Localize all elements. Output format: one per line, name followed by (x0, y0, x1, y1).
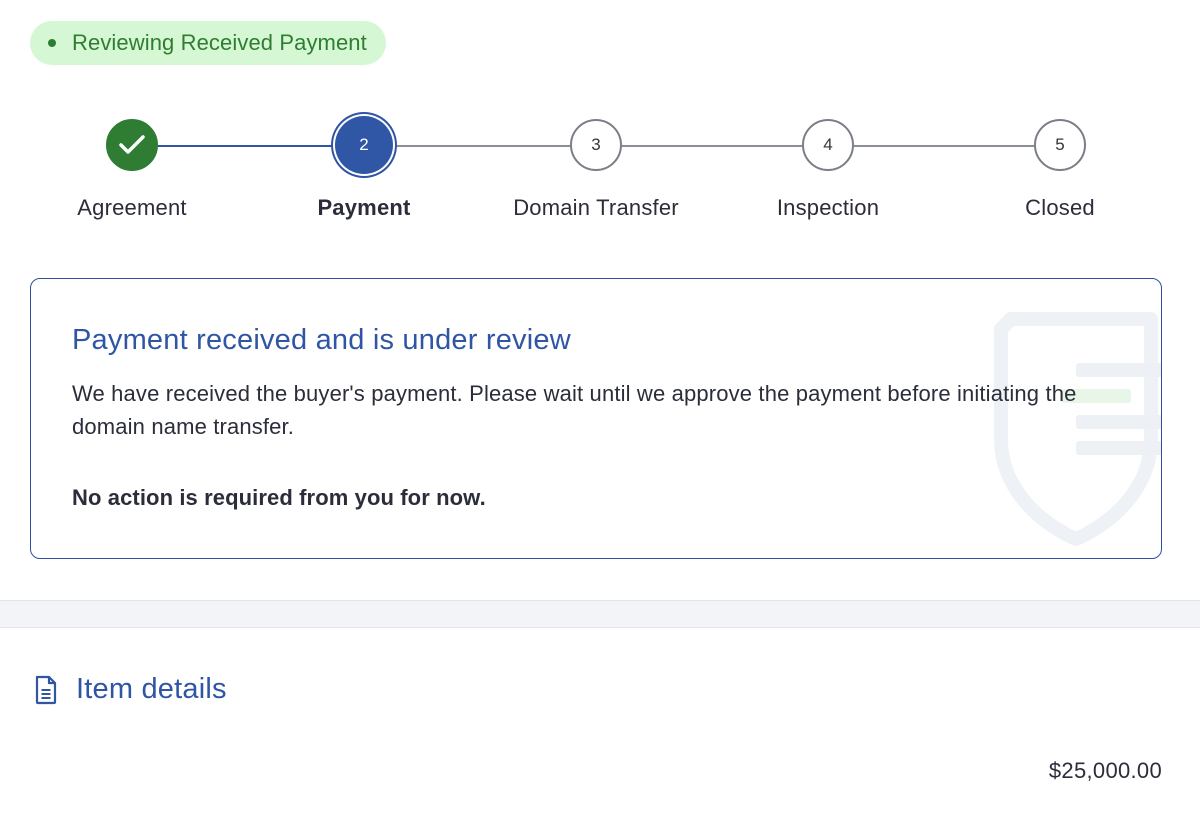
step-circle: 5 (1034, 119, 1086, 171)
progress-stepper: Agreement 2 Payment 3 Domain Transfer 4 … (0, 110, 1200, 230)
step-agreement: Agreement (12, 110, 252, 221)
step-inspection: 4 Inspection (708, 110, 948, 221)
card-message: We have received the buyer's payment. Pl… (72, 381, 1077, 439)
step-circle: 4 (802, 119, 854, 171)
step-label: Domain Transfer (513, 195, 679, 220)
step-circle: 3 (570, 119, 622, 171)
step-label: Closed (1025, 195, 1095, 220)
item-price: $25,000.00 (1048, 758, 1162, 783)
document-icon (35, 675, 57, 704)
step-payment: 2 Payment (244, 110, 484, 221)
card-note: No action is required from you for now. (72, 485, 486, 510)
step-closed: 5 Closed (940, 110, 1180, 221)
step-domain-transfer: 3 Domain Transfer (476, 110, 716, 221)
item-details-section: Item details $25,000.00 (0, 629, 1200, 823)
step-label: Agreement (77, 195, 187, 220)
step-label: Inspection (776, 195, 880, 220)
step-circle-current: 2 (335, 116, 393, 174)
payment-status-card: Payment received and is under review We … (30, 278, 1162, 559)
status-badge: Reviewing Received Payment (30, 21, 386, 65)
item-details-header: Item details (34, 673, 227, 706)
status-label: Reviewing Received Payment (72, 30, 367, 55)
section-divider (0, 600, 1200, 628)
step-circle-complete (106, 119, 158, 171)
status-dot-icon (48, 39, 56, 47)
item-details-title: Item details (76, 673, 227, 705)
card-title: Payment received and is under review (72, 324, 571, 356)
checkmark-icon (119, 135, 145, 154)
step-label: Payment (317, 195, 411, 220)
